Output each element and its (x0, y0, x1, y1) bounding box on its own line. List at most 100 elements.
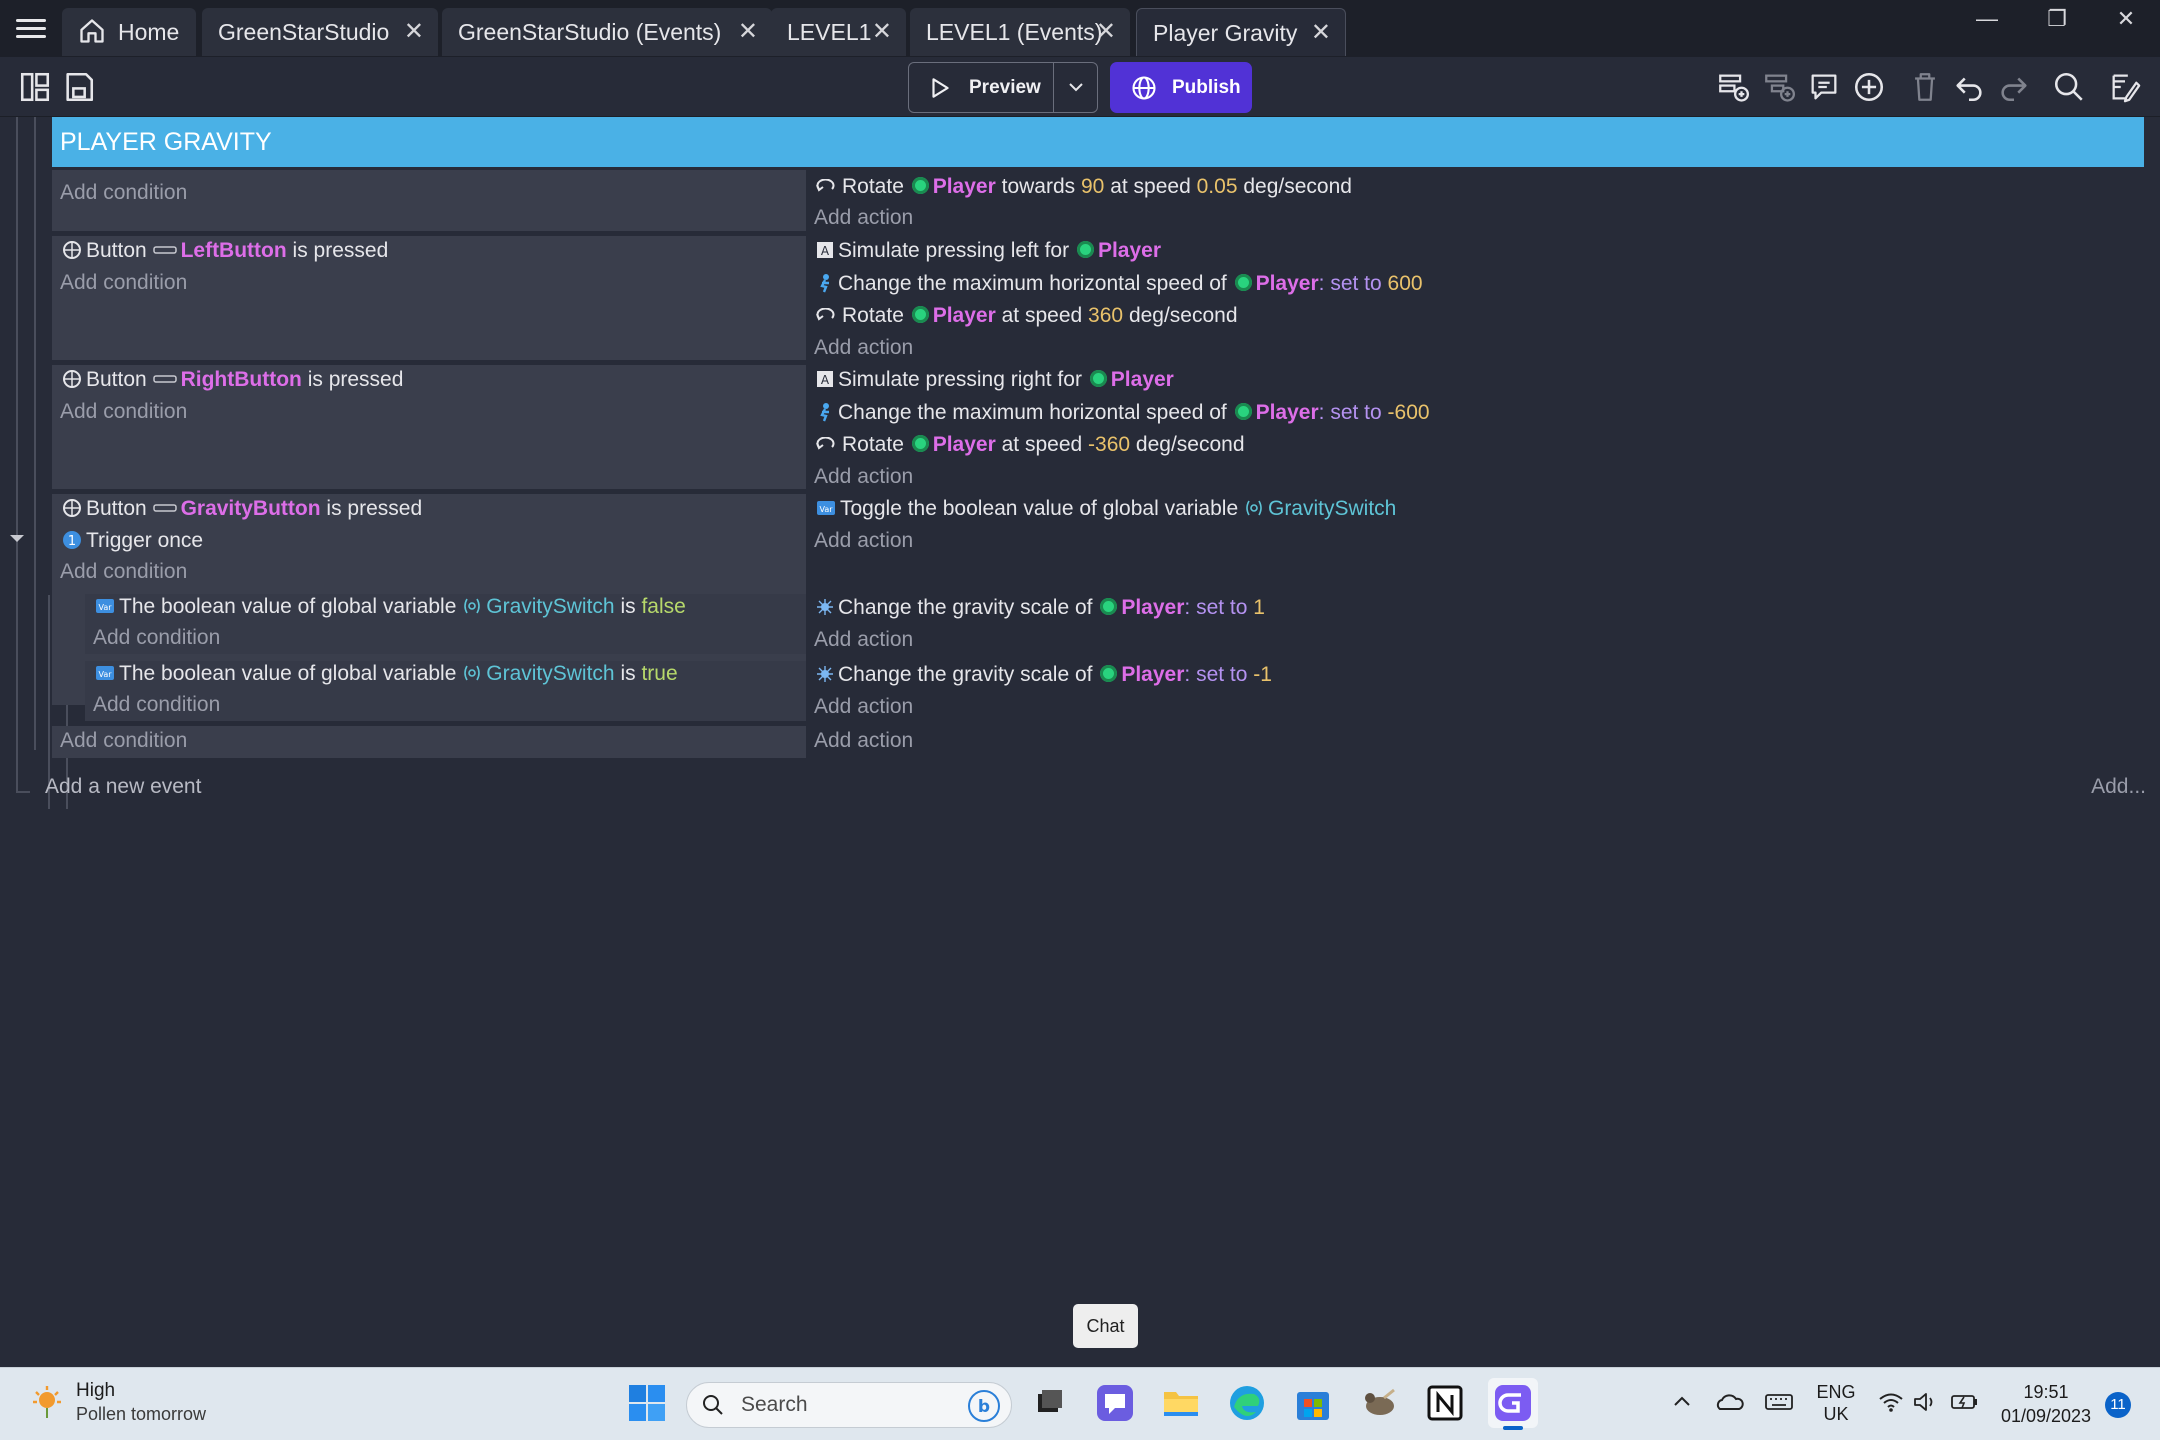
add-action-link[interactable]: Add action (814, 529, 913, 553)
condition-left-button-pressed[interactable]: Button LeftButton is pressed (62, 239, 388, 263)
gdevelop-taskbar-item[interactable] (1488, 1378, 1538, 1430)
edge-browser-icon[interactable] (1226, 1382, 1268, 1424)
tab-level1-events[interactable]: LEVEL1 (Events) ✕ (910, 8, 1130, 56)
tab-label: GreenStarStudio (218, 19, 390, 45)
add-condition-link[interactable]: Add condition (60, 181, 187, 205)
taskbar-search[interactable]: Search b (686, 1382, 1012, 1428)
event-conditions[interactable]: Button LeftButton is pressed Add conditi… (52, 236, 806, 360)
add-condition-link[interactable]: Add condition (60, 400, 187, 424)
action-gravity-scale[interactable]: Change the gravity scale of Player: set … (816, 663, 1272, 687)
close-tab-icon[interactable]: ✕ (738, 8, 758, 56)
player-object-icon (1234, 274, 1252, 292)
collapse-arrow-icon[interactable] (9, 533, 25, 545)
search-icon (703, 1395, 723, 1415)
add-action-link[interactable]: Add action (814, 628, 913, 652)
windows-start-icon[interactable] (626, 1382, 668, 1424)
platformer-behavior-icon (820, 402, 829, 422)
close-tab-icon[interactable]: ✕ (1311, 9, 1331, 57)
search-icon[interactable] (2052, 70, 2086, 104)
action-max-speed[interactable]: Change the maximum horizontal speed of P… (816, 401, 1430, 425)
add-event-icon[interactable] (1716, 70, 1750, 104)
event-conditions[interactable]: Add condition (52, 726, 806, 758)
notion-icon[interactable] (1424, 1382, 1466, 1424)
wifi-icon[interactable] (1878, 1390, 1904, 1414)
undo-icon[interactable] (1952, 70, 1986, 104)
add-condition-link[interactable]: Add condition (60, 560, 187, 584)
tab-level1[interactable]: LEVEL1 ✕ (771, 8, 906, 56)
restore-icon[interactable]: ❐ (2032, 4, 2082, 34)
preview-dropdown[interactable] (1054, 63, 1098, 112)
save-icon[interactable] (62, 70, 96, 104)
action-simulate-right[interactable]: A Simulate pressing right for Player (816, 368, 1174, 392)
onedrive-icon[interactable] (1714, 1390, 1744, 1414)
panels-icon[interactable] (18, 70, 52, 104)
action-text: deg/second (1135, 433, 1245, 456)
add-action-link[interactable]: Add action (814, 465, 913, 489)
add-condition-link[interactable]: Add condition (93, 626, 220, 650)
language-indicator[interactable]: ENG UK (1812, 1381, 1860, 1425)
add-action-link[interactable]: Add action (814, 336, 913, 360)
object-name: Player (932, 433, 996, 456)
close-tab-icon[interactable]: ✕ (872, 8, 892, 56)
add-condition-link[interactable]: Add condition (93, 693, 220, 717)
action-gravity-scale[interactable]: Change the gravity scale of Player: set … (816, 596, 1265, 620)
close-tab-icon[interactable]: ✕ (1096, 8, 1116, 56)
operator: set to (1330, 272, 1382, 295)
microsoft-store-icon[interactable] (1292, 1382, 1334, 1424)
event-conditions[interactable]: Add condition (52, 170, 806, 231)
add-action-link[interactable]: Add action (814, 206, 913, 230)
condition-trigger-once[interactable]: 1 Trigger once (62, 529, 203, 553)
clock-date: 01/09/2023 (2000, 1406, 2092, 1426)
hamburger-menu-icon[interactable] (14, 14, 48, 44)
preview-button[interactable]: Preview (909, 63, 1054, 112)
volume-icon[interactable] (1912, 1390, 1938, 1414)
publish-button[interactable]: Publish (1110, 62, 1252, 113)
action-simulate-left[interactable]: A Simulate pressing left for Player (816, 239, 1161, 263)
minimize-icon[interactable]: — (1962, 4, 2012, 34)
add-condition-link[interactable]: Add condition (60, 729, 187, 753)
condition-variable-true[interactable]: Var The boolean value of global variable … (95, 662, 678, 686)
player-object-icon (1100, 598, 1118, 616)
clock[interactable]: 19:51 01/09/2023 (1992, 1380, 2100, 1428)
add-action-link[interactable]: Add action (814, 695, 913, 719)
teams-chat-icon[interactable] (1094, 1382, 1136, 1424)
notification-badge[interactable]: 11 (2105, 1392, 2131, 1418)
action-rotate-towards[interactable]: Rotate Player towards 90 at speed 0.05 d… (816, 175, 1352, 199)
file-explorer-icon[interactable] (1160, 1382, 1202, 1424)
tab-player-gravity[interactable]: Player Gravity ✕ (1136, 8, 1346, 56)
edit-notes-icon[interactable] (2108, 70, 2142, 104)
event-conditions[interactable]: Button RightButton is pressed Add condit… (52, 365, 806, 489)
tab-greenstarstudio-events[interactable]: GreenStarStudio (Events) ✕ (442, 8, 772, 56)
add-subevent-icon[interactable] (1762, 70, 1796, 104)
object-name: Player (1121, 596, 1185, 619)
keyboard-icon[interactable] (1764, 1390, 1794, 1414)
action-max-speed[interactable]: Change the maximum horizontal speed of P… (816, 272, 1423, 296)
add-condition-link[interactable]: Add condition (60, 271, 187, 295)
action-rotate-speed[interactable]: Rotate Player at speed 360 deg/second (816, 304, 1238, 328)
task-view-icon[interactable] (1028, 1382, 1070, 1424)
condition-text: is pressed (292, 239, 389, 262)
gimp-icon[interactable] (1358, 1382, 1400, 1424)
battery-icon[interactable] (1950, 1390, 1980, 1414)
action-rotate-speed[interactable]: Rotate Player at speed -360 deg/second (816, 433, 1245, 457)
subevent-conditions[interactable]: Var The boolean value of global variable … (85, 661, 806, 721)
group-header[interactable]: PLAYER GRAVITY (52, 117, 2144, 167)
add-action-link[interactable]: Add action (814, 729, 913, 753)
action-toggle-variable[interactable]: Var Toggle the boolean value of global va… (816, 497, 1396, 521)
delete-icon[interactable] (1908, 70, 1942, 104)
chevron-up-icon[interactable] (1670, 1390, 1694, 1414)
condition-text: is pressed (326, 497, 423, 520)
add-comment-icon[interactable] (1807, 70, 1841, 104)
close-window-icon[interactable]: ✕ (2101, 4, 2151, 34)
add-new-event-link[interactable]: Add a new event (45, 775, 201, 799)
tab-greenstarstudio[interactable]: GreenStarStudio ✕ (202, 8, 438, 56)
condition-right-button-pressed[interactable]: Button RightButton is pressed (62, 368, 403, 392)
add-more-link[interactable]: Add... (2091, 775, 2146, 799)
subevent-conditions[interactable]: Var The boolean value of global variable … (85, 594, 806, 654)
condition-gravity-button-pressed[interactable]: Button GravityButton is pressed (62, 497, 422, 521)
tab-home[interactable]: Home (62, 8, 196, 56)
add-circle-icon[interactable] (1852, 70, 1886, 104)
redo-icon[interactable] (1997, 70, 2031, 104)
condition-variable-false[interactable]: Var The boolean value of global variable … (95, 595, 686, 619)
close-tab-icon[interactable]: ✕ (404, 8, 424, 56)
